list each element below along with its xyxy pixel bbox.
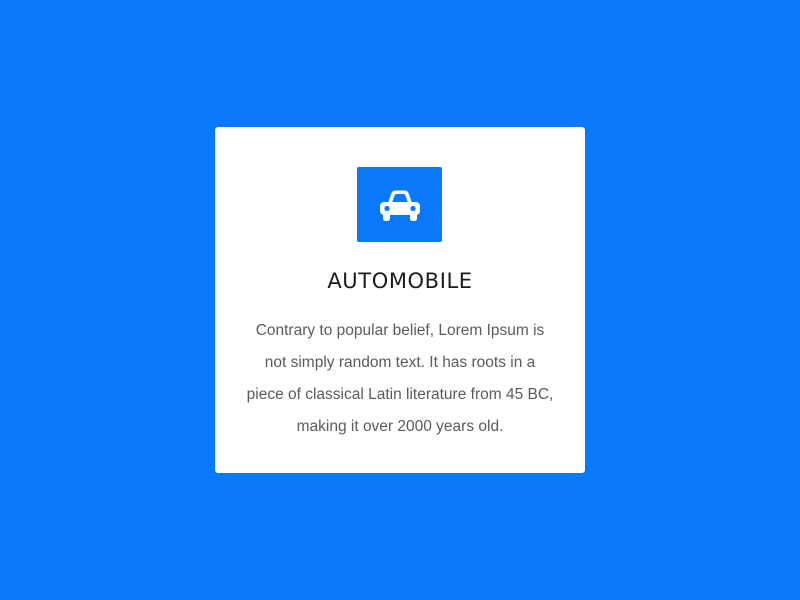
icon-tile	[357, 167, 442, 242]
car-icon	[379, 190, 420, 221]
feature-card: AUTOMOBILE Contrary to popular belief, L…	[215, 127, 585, 473]
card-description: Contrary to popular belief, Lorem Ipsum …	[246, 322, 554, 435]
card-title: AUTOMOBILE	[327, 269, 473, 293]
